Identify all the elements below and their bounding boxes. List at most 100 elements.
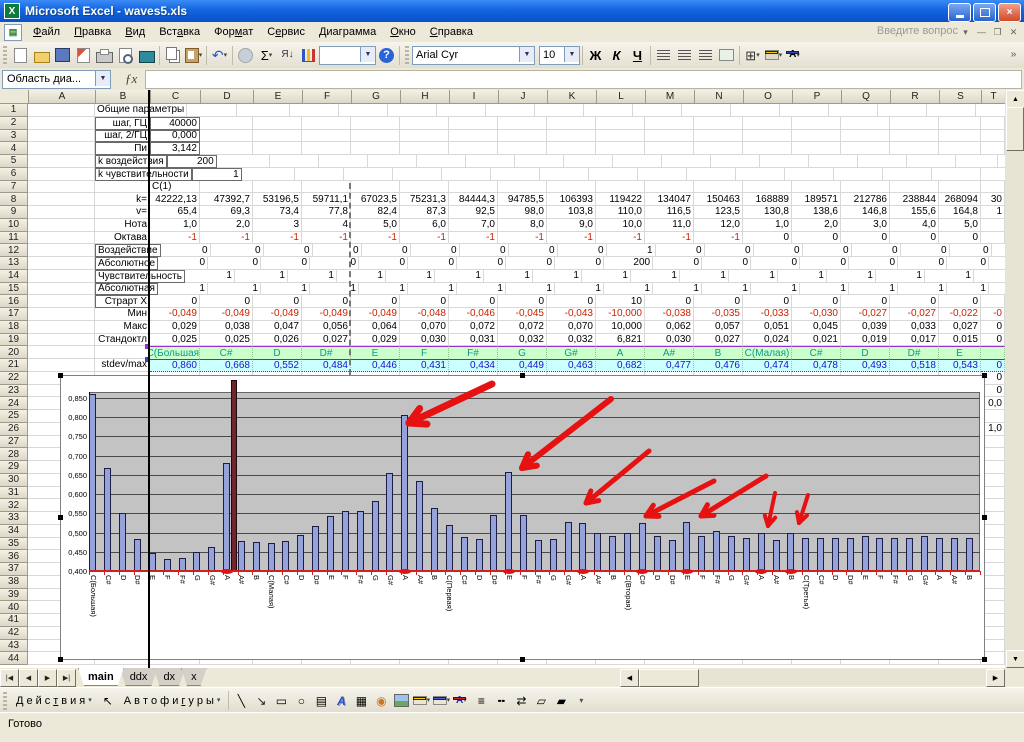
cell[interactable]: 6,821: [596, 334, 645, 347]
cell[interactable]: 0: [359, 257, 408, 270]
cell[interactable]: [515, 155, 564, 168]
row-header-17[interactable]: 17: [0, 308, 28, 321]
cell[interactable]: [743, 130, 792, 143]
cell[interactable]: 0,668: [200, 359, 253, 372]
chart-bar[interactable]: [386, 473, 393, 571]
cell[interactable]: [242, 168, 295, 181]
cell[interactable]: 0,030: [400, 334, 449, 347]
cell[interactable]: -0,049: [351, 308, 400, 321]
cell[interactable]: [498, 117, 547, 130]
cell[interactable]: 12,0: [694, 219, 743, 232]
cell[interactable]: 1: [555, 283, 604, 296]
font-size-combo[interactable]: 10▼: [539, 46, 580, 65]
cell[interactable]: 0,484: [302, 359, 351, 372]
cell[interactable]: 103,8: [547, 206, 596, 219]
cell[interactable]: 0: [792, 232, 841, 245]
cell[interactable]: [28, 308, 95, 321]
cell[interactable]: 155,6: [890, 206, 939, 219]
row-header-43[interactable]: 43: [0, 640, 28, 653]
cell[interactable]: 94785,5: [498, 193, 547, 206]
wordart-icon[interactable]: A: [331, 691, 351, 711]
cell[interactable]: -1: [150, 232, 200, 245]
bold-icon[interactable]: Ж: [585, 45, 606, 66]
cell[interactable]: 1: [185, 270, 235, 283]
cell[interactable]: 212786: [841, 193, 890, 206]
cell[interactable]: [466, 155, 515, 168]
print-icon[interactable]: [94, 45, 115, 66]
row-header-34[interactable]: 34: [0, 525, 28, 538]
cell[interactable]: [633, 104, 682, 117]
sheet-tab-x[interactable]: x: [181, 668, 207, 686]
cell[interactable]: [694, 181, 743, 194]
row-header-29[interactable]: 29: [0, 461, 28, 474]
paste-icon[interactable]: ▾: [183, 45, 204, 66]
new-document-icon[interactable]: [10, 45, 31, 66]
sort-ascending-icon[interactable]: Я↓: [277, 45, 298, 66]
cell[interactable]: [792, 142, 841, 155]
horizontal-scroll-thumb[interactable]: [639, 669, 699, 687]
cell[interactable]: [645, 181, 694, 194]
column-header-I[interactable]: I: [450, 90, 499, 104]
cell[interactable]: шаг, ГЦ: [95, 117, 150, 130]
drawbar-overflow-icon[interactable]: ▾: [571, 691, 591, 711]
cell[interactable]: 0: [890, 232, 939, 245]
cell[interactable]: [449, 142, 498, 155]
row-header-2[interactable]: 2: [0, 117, 28, 130]
fill-color-icon[interactable]: ▾: [763, 45, 784, 66]
row-header-9[interactable]: 9: [0, 206, 28, 219]
column-header-N[interactable]: N: [695, 90, 744, 104]
diagram-icon[interactable]: ▦: [351, 691, 371, 711]
cell[interactable]: -0,049: [253, 308, 302, 321]
cell[interactable]: 200: [167, 155, 217, 168]
cell[interactable]: [981, 142, 1005, 155]
cell[interactable]: [302, 117, 351, 130]
chart-bar[interactable]: [802, 538, 809, 571]
cell[interactable]: 1: [751, 283, 800, 296]
row-header-32[interactable]: 32: [0, 499, 28, 512]
cell[interactable]: [200, 117, 253, 130]
cell[interactable]: 9,0: [547, 219, 596, 232]
cell[interactable]: Стандоктл: [95, 334, 150, 347]
cell[interactable]: 0,446: [351, 359, 400, 372]
research-icon[interactable]: [136, 45, 157, 66]
chart-bar[interactable]: [891, 538, 898, 571]
cell[interactable]: 0,038: [200, 321, 253, 334]
cell[interactable]: 87,3: [400, 206, 449, 219]
cell[interactable]: [890, 181, 939, 194]
cell[interactable]: [547, 142, 596, 155]
arrow-style-icon[interactable]: ⇄: [511, 691, 531, 711]
cell[interactable]: 0,062: [645, 321, 694, 334]
row-header-28[interactable]: 28: [0, 448, 28, 461]
chart-bar[interactable]: [550, 539, 557, 571]
cell[interactable]: 0: [981, 359, 1005, 372]
chart-bar[interactable]: [921, 536, 928, 571]
cell[interactable]: [28, 117, 95, 130]
cell[interactable]: [596, 142, 645, 155]
cell[interactable]: 123,5: [694, 206, 743, 219]
cell[interactable]: D: [841, 346, 890, 359]
cell[interactable]: 0: [460, 244, 509, 257]
cell[interactable]: [28, 346, 95, 359]
autosum-icon[interactable]: Σ▾: [256, 45, 277, 66]
sheet-tab-ddx[interactable]: ddx: [120, 668, 158, 686]
cell[interactable]: [200, 130, 253, 143]
cell[interactable]: [694, 130, 743, 143]
cell[interactable]: 8,0: [498, 219, 547, 232]
cell[interactable]: [907, 155, 956, 168]
cell[interactable]: [498, 181, 547, 194]
cell[interactable]: 30: [981, 193, 1005, 206]
line-style-icon[interactable]: ≡: [471, 691, 491, 711]
cell[interactable]: 10: [596, 295, 645, 308]
cell[interactable]: 0: [841, 232, 890, 245]
cell[interactable]: -0,035: [694, 308, 743, 321]
cell[interactable]: 0,682: [596, 359, 645, 372]
cell[interactable]: [939, 130, 981, 143]
cell[interactable]: [498, 130, 547, 143]
selection-handle[interactable]: [520, 657, 525, 662]
cell[interactable]: [28, 295, 95, 308]
cell[interactable]: 0,024: [743, 334, 792, 347]
cell[interactable]: [393, 168, 442, 181]
row-header-36[interactable]: 36: [0, 550, 28, 563]
cell[interactable]: Макс: [95, 321, 150, 334]
fill-color-icon[interactable]: ▾: [411, 691, 431, 711]
